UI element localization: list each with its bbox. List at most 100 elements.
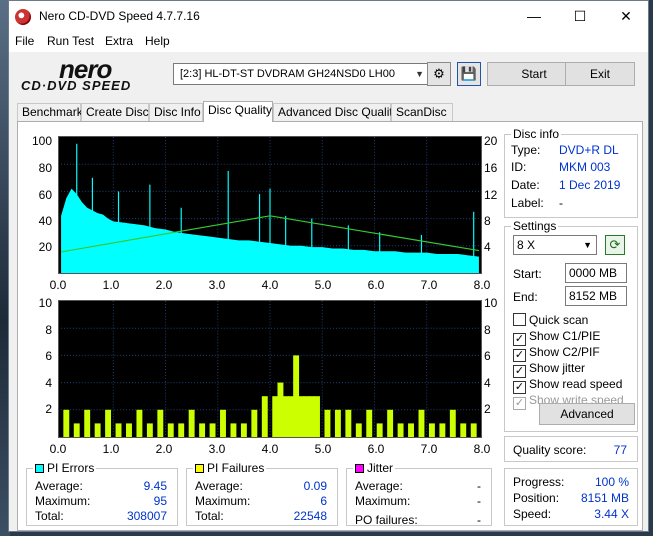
menu-file[interactable]: File [15, 34, 34, 48]
logo-cddvd-text: CD·DVD SPEED [21, 78, 132, 93]
pi-failure-bar [303, 396, 310, 437]
tab-scandisc[interactable]: ScanDisc [391, 103, 453, 122]
tab-benchmark[interactable]: Benchmark [17, 103, 83, 122]
exit-button[interactable]: Exit [565, 62, 635, 86]
speed-value: 8 X [517, 238, 536, 252]
avg-label: Average: [35, 479, 83, 493]
y-tick: 2 [45, 402, 52, 416]
window-title: Nero CD-DVD Speed 4.7.7.16 [39, 9, 200, 23]
maximize-button[interactable]: ☐ [557, 1, 603, 32]
checkbox-show-jitter[interactable]: ✓ Show jitter [513, 361, 585, 378]
tab-create-disc[interactable]: Create Disc [81, 103, 149, 122]
pi-failure-bar [314, 396, 320, 437]
menu-extra[interactable]: Extra [105, 34, 133, 48]
pi-failure-bar [105, 409, 112, 437]
y-tick: 8 [45, 323, 52, 337]
pi-failure-bar [94, 423, 101, 437]
menu-bar: File Run Test Extra Help [9, 32, 648, 52]
date-value: 1 Dec 2019 [559, 178, 621, 192]
x-tick: 5.0 [314, 278, 332, 292]
x-tick: 2.0 [155, 278, 173, 292]
tab-disc-info[interactable]: Disc Info [149, 103, 203, 122]
pi-failure-bar [345, 409, 352, 437]
checkbox-label: Show read speed [529, 377, 623, 391]
label-value: - [559, 196, 563, 210]
title-bar: Nero CD-DVD Speed 4.7.7.16 — ☐ ✕ [9, 1, 648, 32]
x-tick: 7.0 [420, 442, 438, 456]
y-tick: 40 [38, 214, 52, 228]
end-field[interactable]: 8152 MB [565, 286, 627, 306]
save-icon: 💾 [460, 66, 478, 81]
y-tick: 80 [38, 161, 52, 175]
save-icon-button[interactable]: 💾 [457, 62, 481, 86]
chevron-down-icon: ▼ [583, 240, 592, 250]
date-label: Date: [511, 178, 540, 192]
pi-failure-bar [115, 423, 122, 437]
speed-select[interactable]: 8 X ▼ [513, 235, 597, 255]
checkbox-label: Quick scan [529, 313, 589, 327]
pi-failure-bar [277, 382, 284, 437]
tab-disc-quality[interactable]: Disc Quality [203, 101, 273, 122]
checkbox-show-c2-pif[interactable]: ✓ Show C2/PIF [513, 345, 600, 362]
close-button[interactable]: ✕ [603, 1, 649, 32]
start-field[interactable]: 0000 MB [565, 263, 627, 283]
x-tick: 0.0 [49, 278, 67, 292]
checkbox-show-read-speed[interactable]: ✓ Show read speed [513, 377, 622, 394]
refresh-icon[interactable]: ⟳ [605, 235, 625, 255]
pi-failure-bar [334, 409, 341, 437]
x-tick: 7.0 [420, 278, 438, 292]
advanced-button[interactable]: Advanced [539, 403, 635, 425]
y-tick: 60 [38, 188, 52, 202]
settings-title: Settings [511, 219, 559, 233]
y-tick: 100 [31, 134, 52, 148]
total-label: Total: [35, 509, 64, 523]
pi-errors-title-text: PI Errors [47, 461, 95, 475]
pi-errors-avg: 9.45 [143, 479, 167, 493]
drive-select[interactable]: [2:3] HL-DT-ST DVDRAM GH24NSD0 LH00 ▼ [173, 63, 429, 85]
pi-failure-bar [251, 409, 258, 437]
pi-failures-max: 6 [320, 494, 327, 508]
checkbox-quick-scan[interactable]: Quick scan [513, 313, 588, 327]
quality-score-value: 77 [613, 443, 627, 457]
pi-errors-swatch [35, 464, 44, 474]
pi-failure-bar [199, 423, 206, 437]
pi-failure-bar [449, 409, 456, 437]
position-value: 8151 MB [580, 491, 629, 505]
pi-failure-bar [439, 423, 446, 437]
pi-failure-bar [287, 396, 294, 437]
pi-failure-bar [408, 423, 414, 437]
pi-failure-bar [298, 396, 305, 437]
pi-failure-bar [261, 396, 268, 437]
label-label: Label: [511, 196, 544, 210]
x-tick: 4.0 [261, 442, 279, 456]
position-label: Position: [513, 491, 560, 505]
tab-advanced-disc-quality[interactable]: Advanced Disc Quality [273, 103, 399, 122]
progress-value: 100 % [594, 475, 629, 489]
pi-failure-bar [397, 423, 404, 437]
pi-errors-title: PI Errors [33, 461, 97, 475]
x-tick: 6.0 [367, 442, 385, 456]
menu-run-test[interactable]: Run Test [47, 34, 94, 48]
app-window: Nero CD-DVD Speed 4.7.7.16 — ☐ ✕ File Ru… [8, 0, 649, 532]
max-label: Maximum: [355, 494, 411, 508]
checkbox-show-c1-pie[interactable]: ✓ Show C1/PIE [513, 329, 600, 346]
pi-failures-total: 22548 [293, 509, 327, 523]
y-tick: 6 [45, 349, 52, 363]
x-tick: 1.0 [102, 278, 120, 292]
start-label: Start: [513, 267, 542, 281]
pi-failure-bar [230, 423, 237, 437]
disc-quality-panel: 100 80 60 40 20 20 16 12 8 4 0.0 1.0 2.0 3.… [17, 121, 643, 531]
pi-failures-avg: 0.09 [303, 479, 327, 493]
pi-failure-bar [126, 423, 132, 437]
menu-help[interactable]: Help [145, 34, 170, 48]
pi-failure-bar [324, 409, 331, 437]
pi-failure-bar [376, 423, 383, 437]
pi-failure-bar [136, 409, 143, 437]
pi-failure-bar [73, 423, 80, 437]
pi-failure-bar [293, 355, 300, 437]
eject-icon-button[interactable]: ⚙ [427, 62, 451, 86]
total-label: Total: [195, 509, 224, 523]
check-icon [513, 313, 526, 326]
settings-group: Settings 8 X ▼ ⟳ Start: 0000 MB End: 815… [504, 219, 638, 432]
minimize-button[interactable]: — [511, 1, 557, 32]
